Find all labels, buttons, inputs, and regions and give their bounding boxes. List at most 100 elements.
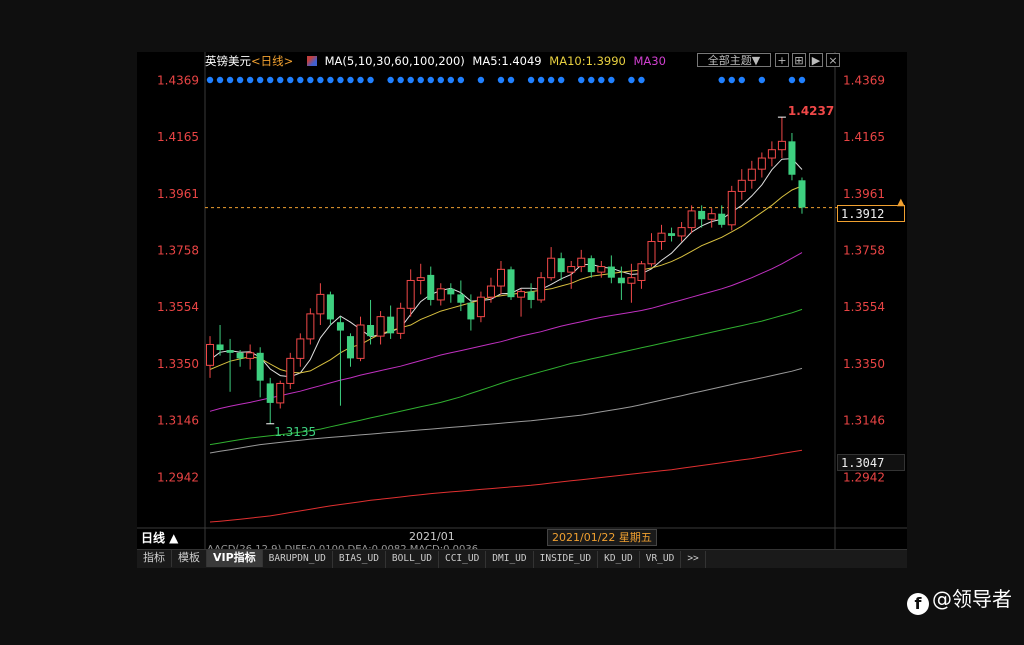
- candle-body-37: [577, 257, 586, 268]
- signal-dot-5: [256, 76, 264, 84]
- candle-body-9: [296, 338, 305, 359]
- candle-body-34: [547, 257, 556, 279]
- candle-body-12: [326, 294, 334, 320]
- signal-dot-21: [417, 76, 424, 84]
- signal-dot-0: [206, 76, 214, 84]
- candle-body-55: [757, 157, 766, 170]
- candle-body-11: [316, 293, 325, 315]
- tab-10[interactable]: VR_UD: [640, 551, 682, 568]
- cursor-price-box: 1.3047: [837, 454, 905, 471]
- signal-dot-43: [638, 76, 645, 84]
- signal-dot-34: [547, 76, 555, 84]
- candle-body-14: [346, 336, 354, 359]
- signal-dot-32: [527, 76, 535, 84]
- candle-body-47: [677, 227, 686, 237]
- candle-body-26: [467, 302, 475, 320]
- candle-body-50: [707, 213, 716, 220]
- theme-select-button[interactable]: 全部主题▼: [697, 53, 771, 67]
- candle-body-39: [597, 266, 606, 273]
- signal-dot-9: [297, 76, 304, 84]
- expand-icon[interactable]: ⊞: [792, 53, 806, 67]
- signal-dot-22: [427, 76, 434, 84]
- candle-body-19: [396, 307, 405, 334]
- candle-body-54: [747, 168, 756, 181]
- candle-body-13: [336, 322, 344, 331]
- candle-body-16: [367, 324, 375, 337]
- signal-dot-27: [477, 76, 485, 84]
- y-tick-right-2: 1.3961: [843, 187, 885, 201]
- low-annotation: 1.3135: [274, 425, 316, 439]
- last-price-box: 1.3912: [837, 205, 905, 222]
- candle-body-22: [427, 274, 435, 300]
- y-tick-right-4: 1.3554: [843, 300, 885, 314]
- signal-dot-16: [367, 76, 374, 84]
- candle-body-7: [276, 382, 285, 404]
- close-panel-icon[interactable]: ×: [826, 53, 840, 67]
- tab-2[interactable]: VIP指标: [207, 550, 263, 567]
- candle-body-44: [647, 241, 656, 265]
- signal-dot-11: [317, 76, 324, 84]
- y-tick-left-5: 1.3350: [157, 357, 199, 371]
- signal-dot-33: [537, 76, 545, 84]
- ma-line-ma100: [209, 367, 803, 454]
- candle-body-35: [557, 258, 565, 273]
- signal-dot-37: [578, 76, 585, 84]
- ma-settings-icon[interactable]: [306, 56, 317, 66]
- ma5-value: MA5:1.4049: [472, 54, 542, 68]
- ma-params: MA(5,10,30,60,100,200): [324, 54, 465, 68]
- signal-dot-6: [267, 76, 274, 84]
- y-tick-left-0: 1.4369: [157, 73, 199, 87]
- period-button[interactable]: 日线 ▲: [141, 529, 178, 546]
- candle-body-27: [476, 296, 485, 318]
- signal-dot-18: [387, 76, 394, 84]
- tab-6[interactable]: CCI_UD: [439, 551, 487, 568]
- candle-body-36: [567, 266, 576, 273]
- candle-body-24: [447, 288, 455, 295]
- candle-body-17: [376, 316, 385, 337]
- tab-1[interactable]: 模板: [172, 550, 207, 567]
- tab-4[interactable]: BIAS_UD: [333, 551, 386, 568]
- signal-dot-24: [447, 76, 455, 84]
- y-tick-left-7: 1.2942: [157, 470, 199, 484]
- signal-dot-3: [236, 76, 244, 84]
- candle-body-2: [226, 350, 234, 353]
- ma-line-ma200: [209, 449, 803, 523]
- candle-body-6: [266, 383, 274, 403]
- candle-body-48: [687, 210, 696, 229]
- tab-7[interactable]: DMI_UD: [486, 551, 534, 568]
- y-tick-left-3: 1.3758: [157, 243, 199, 257]
- signal-dot-1: [216, 76, 224, 84]
- candle-body-31: [517, 291, 526, 298]
- tab-9[interactable]: KD_UD: [598, 551, 640, 568]
- candle-body-45: [657, 232, 666, 243]
- ma10-value: MA10:1.3990: [549, 54, 626, 68]
- signal-dot-51: [718, 76, 725, 84]
- signal-dot-29: [497, 76, 505, 84]
- ma30-value: MA30: [633, 54, 666, 68]
- tab-8[interactable]: INSIDE_UD: [534, 551, 599, 568]
- signal-dot-19: [397, 76, 404, 84]
- signal-dot-42: [628, 76, 635, 84]
- tab-11[interactable]: >>: [681, 551, 706, 568]
- signal-dot-13: [337, 76, 344, 84]
- signal-dot-55: [758, 76, 766, 84]
- candle-body-49: [698, 210, 706, 220]
- tab-3[interactable]: BARUPDN_UD: [263, 551, 333, 568]
- candle-body-41: [617, 277, 625, 284]
- watermark-logo-icon: f: [907, 593, 929, 615]
- signal-dot-59: [798, 76, 806, 84]
- candle-body-20: [406, 279, 415, 309]
- crosshair-icon[interactable]: +: [775, 53, 789, 67]
- signal-dot-58: [788, 76, 796, 84]
- tab-5[interactable]: BOLL_UD: [386, 551, 439, 568]
- tab-0[interactable]: 指标: [137, 550, 172, 567]
- y-tick-right-0: 1.4369: [843, 73, 885, 87]
- candle-body-30: [507, 269, 515, 298]
- candle-body-51: [718, 213, 726, 225]
- y-tick-left-1: 1.4165: [157, 130, 199, 144]
- candlestick-chart[interactable]: 1.4369 1.4369 1.4165 1.4165 1.3961 1.3961 1.37…: [137, 52, 907, 549]
- signal-dot-15: [357, 76, 364, 84]
- signal-dot-35: [557, 76, 565, 84]
- signal-dot-2: [226, 76, 234, 84]
- play-icon[interactable]: ▶: [809, 53, 823, 67]
